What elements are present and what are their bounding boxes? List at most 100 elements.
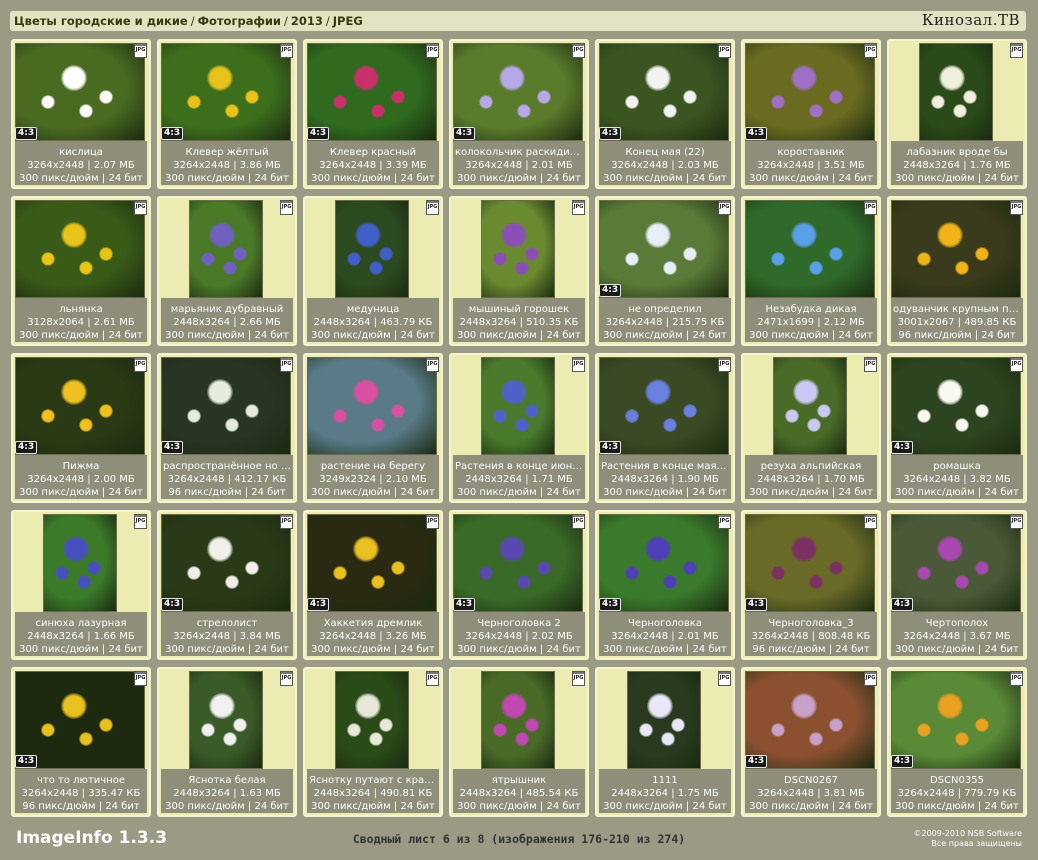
thumbnail-card[interactable]: JPG 4:3 DSCN0267 3264x2448 | 3.81 МБ 300 пик…: [741, 667, 881, 817]
image-info: Пижма 3264x2448 | 2.00 МБ 300 пикс/дюйм | …: [15, 455, 147, 499]
thumbnail-card[interactable]: JPG льнянка 3128x2064 | 2.61 МБ 300 пикс/дю…: [11, 196, 151, 346]
flower-shape: [87, 560, 102, 575]
breadcrumb-item[interactable]: Фотографии: [198, 14, 281, 28]
image-info: льнянка 3128x2064 | 2.61 МБ 300 пикс/дюйм …: [15, 298, 147, 342]
breadcrumb: Цветы городские и дикие / Фотографии/2013/…: [14, 14, 363, 28]
jpg-file-icon: JPG: [572, 200, 585, 215]
image-dimensions: 2448x3264 | 1.63 МБ: [173, 788, 281, 799]
thumbnail-image[interactable]: [481, 357, 555, 455]
thumbnail-card[interactable]: JPG лабазник вроде бы 2448x3264 | 1.76 МБ 3…: [887, 39, 1027, 189]
image-info: 1111 2448x3264 | 1.75 МБ 300 пикс/дюйм | 2…: [599, 769, 731, 813]
thumbnail-card[interactable]: JPG 4:3 распространённое но неизвестное 326…: [157, 353, 297, 503]
rights-text: Все права защищены: [931, 839, 1022, 848]
image-meta: 300 пикс/дюйм | 24 бит: [311, 487, 435, 498]
thumbnail-card[interactable]: JPG 4:3 что то лютичное 3264x2448 | 335.47 …: [11, 667, 151, 817]
thumbnail-image[interactable]: [481, 671, 555, 769]
aspect-ratio-badge: 4:3: [599, 441, 622, 454]
thumbnail-card[interactable]: JPG 4:3 колокольчик раскидистый 3264x2448 |…: [449, 39, 589, 189]
thumbnail-image[interactable]: [627, 671, 701, 769]
thumbnail-image[interactable]: [745, 200, 875, 298]
thumbnail-image[interactable]: [919, 43, 993, 141]
thumbnail-card[interactable]: JPG 4:3 ромашка 3264x2448 | 3.82 МБ 300 пикс…: [887, 353, 1027, 503]
thumbnail-card[interactable]: JPG 4:3 стрелолист 3264x2448 | 3.84 МБ 300 п…: [157, 510, 297, 660]
thumbnail-card[interactable]: JPG 4:3 Клевер красный 3264x2448 | 3.39 МБ 3…: [303, 39, 443, 189]
thumbnail-card[interactable]: JPG 4:3 не определил 3264x2448 | 215.75 КБ 3…: [595, 196, 735, 346]
flower-shape: [790, 535, 817, 562]
thumbnail-image[interactable]: [189, 671, 263, 769]
image-dimensions: 3249x2324 | 2.10 МБ: [319, 474, 427, 485]
breadcrumb-item[interactable]: 2013: [291, 14, 323, 28]
thumbnail-image[interactable]: [307, 357, 437, 455]
flower-shape: [806, 418, 821, 433]
thumbnail-card[interactable]: JPG Яснотку путают с крапивой 2448x3264 | …: [303, 667, 443, 817]
flower-shape: [931, 94, 945, 109]
breadcrumb-item[interactable]: JPEG: [333, 14, 363, 28]
thumbnail-card[interactable]: JPG 4:3 Хаккетия дремлик 3264x2448 | 3.26 М…: [303, 510, 443, 660]
flower-shape: [525, 403, 540, 418]
jpg-file-icon: JPG: [426, 357, 439, 372]
flower-shape: [514, 418, 529, 433]
image-dimensions: 3264x2448 | 3.81 МБ: [757, 788, 865, 799]
thumbnail-card[interactable]: JPG 4:3 Конец мая (22) 3264x2448 | 2.03 МБ 3…: [595, 39, 735, 189]
thumbnail-card[interactable]: JPG ятрышник 2448x3264 | 485.54 КБ 300 пикс…: [449, 667, 589, 817]
thumbnail-card[interactable]: JPG 4:3 Чертополох 3264x2448 | 3.67 МБ 300 п…: [887, 510, 1027, 660]
thumbnail-card[interactable]: JPG растение на берегу 3249x2324 | 2.10 МБ…: [303, 353, 443, 503]
thumbnail-card[interactable]: JPG 4:3 Клевер жёлтый 3264x2448 | 3.86 МБ 30…: [157, 39, 297, 189]
thumbnail-card[interactable]: JPG марьяник дубравный 2448x3264 | 2.66 МБ…: [157, 196, 297, 346]
flower-shape: [536, 89, 551, 104]
image-info: синюха лазурная 2448x3264 | 1.66 МБ 300 пи…: [15, 612, 147, 656]
thumbnail-card[interactable]: JPG 4:3 Черноголовка 2 3264x2448 | 2.02 МБ 3…: [449, 510, 589, 660]
flower-shape: [244, 89, 259, 104]
image-meta: 300 пикс/дюйм | 24 бит: [749, 801, 873, 812]
image-dimensions: 3264x2448 | 2.03 МБ: [611, 160, 719, 171]
thumbnail-card[interactable]: JPG 4:3 Черноголовка_3 3264x2448 | 808.48 К…: [741, 510, 881, 660]
thumbnail-card[interactable]: JPG 4:3 кислица 3264x2448 | 2.07 МБ 300 пикс…: [11, 39, 151, 189]
flower-shape: [479, 94, 493, 109]
thumbnail-image[interactable]: [773, 357, 847, 455]
image-meta: 300 пикс/дюйм | 24 бит: [457, 644, 581, 655]
thumbnail-card[interactable]: JPG медуница 2448x3264 | 463.79 КБ 300 пикс…: [303, 196, 443, 346]
copyright-text: ©2009-2010 NSB Software: [913, 829, 1022, 838]
flower-shape: [355, 221, 382, 248]
flower-shape: [60, 64, 87, 91]
flower-shape: [225, 575, 240, 590]
flower-shape: [201, 251, 215, 266]
image-meta: 300 пикс/дюйм | 24 бит: [165, 801, 289, 812]
thumbnail-card[interactable]: JPG 1111 2448x3264 | 1.75 МБ 300 пикс/дюйм …: [595, 667, 735, 817]
thumbnail-image[interactable]: [43, 514, 117, 612]
thumbnail-card[interactable]: JPG синюха лазурная 2448x3264 | 1.66 МБ 300…: [11, 510, 151, 660]
thumbnail-image[interactable]: [189, 200, 263, 298]
thumbnail-card[interactable]: JPG Незабудка дикая 2471x1699 | 2.12 МБ 300…: [741, 196, 881, 346]
image-dimensions: 3264x2448 | 779.79 КБ: [897, 788, 1017, 799]
thumbnail-frame: [15, 200, 145, 298]
flower-shape: [682, 246, 697, 261]
thumbnail-card[interactable]: JPG 4:3 Пижма 3264x2448 | 2.00 МБ 300 пикс/д…: [11, 353, 151, 503]
image-info: лабазник вроде бы 2448x3264 | 1.76 МБ 300 …: [891, 141, 1023, 185]
thumbnail-image[interactable]: [481, 200, 555, 298]
thumbnail-card[interactable]: JPG одуванчик крупным планом 3001x2067 | 4…: [887, 196, 1027, 346]
thumbnail-card[interactable]: JPG 4:3 DSCN0355 3264x2448 | 779.79 КБ 300 п…: [887, 667, 1027, 817]
jpg-file-icon: JPG: [1010, 357, 1023, 372]
thumbnail-card[interactable]: JPG резуха альпийская 2448x3264 | 1.70 МБ 3…: [741, 353, 881, 503]
thumbnail-image[interactable]: [335, 200, 409, 298]
thumbnail-image[interactable]: [891, 200, 1021, 298]
thumbnail-image[interactable]: [335, 671, 409, 769]
flower-shape: [639, 722, 653, 737]
image-meta: 300 пикс/дюйм | 24 бит: [603, 173, 727, 184]
thumbnail-card[interactable]: JPG 4:3 Растения в конце мая (5) 2448x3264 …: [595, 353, 735, 503]
thumbnail-image[interactable]: [15, 200, 145, 298]
thumbnail-card[interactable]: JPG мышиный горошек 2448x3264 | 510.35 КБ 3…: [449, 196, 589, 346]
flower-shape: [536, 560, 551, 575]
thumbnail-card[interactable]: JPG 4:3 короставник 3264x2448 | 3.51 МБ 300 …: [741, 39, 881, 189]
jpg-file-icon: JPG: [864, 200, 877, 215]
thumbnail-card[interactable]: JPG Растения в конце июня (4) 2448x3264 | …: [449, 353, 589, 503]
jpg-file-icon: JPG: [134, 43, 147, 58]
thumbnail-card[interactable]: JPG 4:3 Черноголовка 3264x2448 | 2.01 МБ 300…: [595, 510, 735, 660]
flower-shape: [771, 565, 785, 580]
flower-shape: [225, 418, 240, 433]
thumbnail-frame: [15, 514, 145, 612]
thumbnail-card[interactable]: JPG Яснотка белая 2448x3264 | 1.63 МБ 300 п…: [157, 667, 297, 817]
flower-shape: [41, 722, 55, 737]
flower-shape: [493, 251, 507, 266]
breadcrumb-item[interactable]: Цветы городские и дикие: [14, 14, 188, 28]
